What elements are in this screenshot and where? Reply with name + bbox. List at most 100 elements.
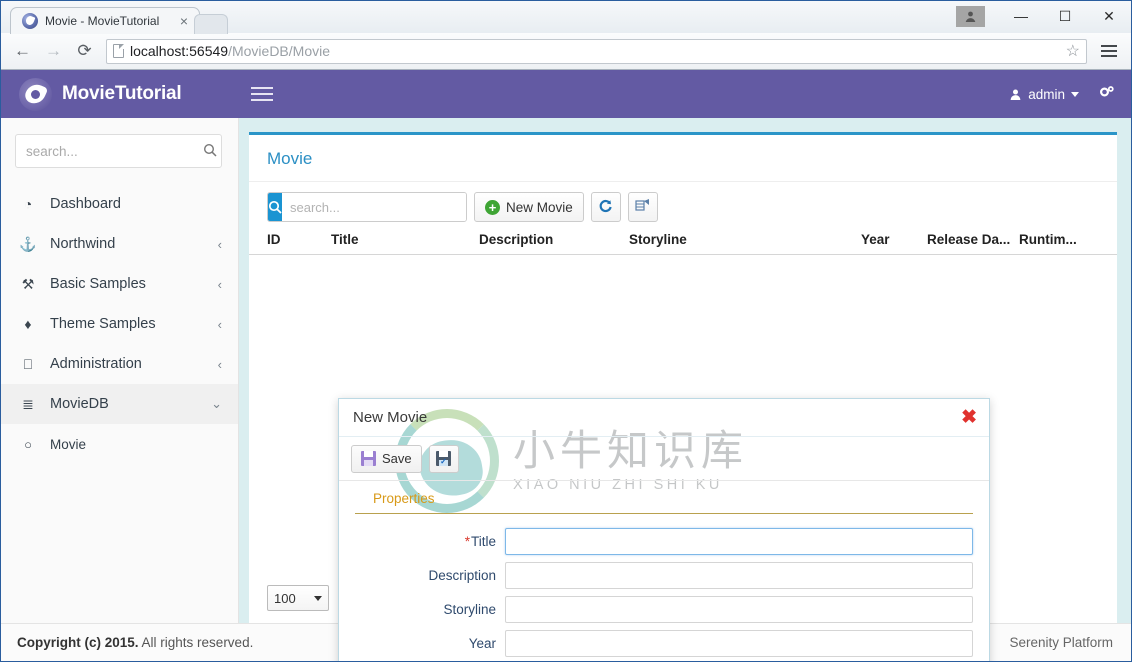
page-size-value: 100 xyxy=(274,590,296,606)
sidebar-item-label: Dashboard xyxy=(50,196,121,212)
browser-titlebar: Movie - MovieTutorial × — ☐ ✕ xyxy=(1,1,1131,34)
grid-column-header[interactable]: Release Da... xyxy=(927,232,1019,247)
profile-icon[interactable] xyxy=(956,5,985,27)
forward-button[interactable]: → xyxy=(40,38,67,64)
maximize-button[interactable]: ☐ xyxy=(1043,1,1087,31)
grid-column-header[interactable]: Storyline xyxy=(629,232,861,247)
save-button[interactable]: Save xyxy=(351,444,422,473)
sidebar-item-movie[interactable]: ○ Movie xyxy=(1,424,238,464)
sidebar-item-administration[interactable]: ⎕ Administration ‹ xyxy=(1,344,238,384)
administration-icon: ⎕ xyxy=(23,355,33,372)
brand-logo-area[interactable]: MovieTutorial xyxy=(1,70,239,118)
refresh-button[interactable] xyxy=(590,192,621,222)
sidebar-item-moviedb[interactable]: ≣ MovieDB ⌄ xyxy=(1,384,238,424)
page-size-select[interactable]: 100 xyxy=(267,585,329,611)
platform-label: Serenity Platform xyxy=(1009,635,1113,650)
grid-search-input[interactable] xyxy=(282,193,466,221)
refresh-icon xyxy=(598,198,613,216)
grid-column-header[interactable]: Description xyxy=(479,232,629,247)
apply-changes-icon: ✓ xyxy=(436,451,452,466)
floppy-icon xyxy=(361,451,376,466)
form-row: Storyline xyxy=(355,596,973,623)
sidebar-toggle-icon[interactable] xyxy=(251,87,273,101)
close-window-button[interactable]: ✕ xyxy=(1087,1,1131,31)
chevron-down-icon xyxy=(314,595,322,601)
sidebar-item-label: Administration xyxy=(50,356,142,372)
sidebar: ◔ Dashboard ⚓ Northwind ‹ ⚒ Basic Samples ‹ ♦ The… xyxy=(1,118,239,623)
northwind-icon: ⚓ xyxy=(19,235,37,252)
field-input-storyline[interactable] xyxy=(505,596,973,623)
apply-changes-button[interactable]: ✓ xyxy=(428,444,459,473)
new-movie-button[interactable]: + New Movie xyxy=(474,192,584,222)
gear-icon[interactable] xyxy=(1099,84,1115,104)
url-text: localhost:56549/MovieDB/Movie xyxy=(130,43,330,59)
app-header: MovieTutorial admin xyxy=(1,70,1131,118)
window-controls: — ☐ ✕ xyxy=(956,1,1131,31)
dialog-tabs: Properties xyxy=(355,481,973,514)
close-icon[interactable]: ✖ xyxy=(961,408,977,427)
search-icon[interactable] xyxy=(268,193,282,221)
grid-column-header[interactable]: ID xyxy=(267,232,331,247)
search-icon[interactable] xyxy=(203,143,217,160)
field-label-storyline: Storyline xyxy=(355,602,505,617)
sidebar-item-label: Northwind xyxy=(50,236,116,252)
grid-toolbar: + New Movie xyxy=(249,182,1117,232)
address-bar[interactable]: localhost:56549/MovieDB/Movie ☆ xyxy=(106,38,1087,64)
dialog-toolbar: Save ✓ xyxy=(339,437,989,481)
url-path: /MovieDB/Movie xyxy=(228,43,330,59)
chevron-icon: ‹ xyxy=(217,276,222,292)
app-logo-icon xyxy=(19,77,52,111)
chevron-icon: ‹ xyxy=(217,356,222,372)
copyright-bold: Copyright (c) 2015. xyxy=(17,635,139,650)
sidebar-item-dashboard[interactable]: ◔ Dashboard xyxy=(1,184,238,224)
bookmark-star-icon[interactable]: ☆ xyxy=(1066,41,1080,61)
grid-column-header[interactable]: Year xyxy=(861,232,927,247)
field-label-description: Description xyxy=(355,568,505,583)
browser-window: Movie - MovieTutorial × — ☐ ✕ ← → ⟳ loca… xyxy=(0,0,1132,662)
field-input-description[interactable] xyxy=(505,562,973,589)
form-row: Description xyxy=(355,562,973,589)
new-tab-button[interactable] xyxy=(194,14,228,34)
sidebar-item-basic-samples[interactable]: ⚒ Basic Samples ‹ xyxy=(1,264,238,304)
browser-tab[interactable]: Movie - MovieTutorial × xyxy=(10,7,200,34)
reload-button[interactable]: ⟳ xyxy=(71,38,98,64)
new-movie-label: New Movie xyxy=(506,199,573,215)
chevron-icon: ‹ xyxy=(217,236,222,252)
sidebar-item-theme-samples[interactable]: ♦ Theme Samples ‹ xyxy=(1,304,238,344)
user-menu-button[interactable]: admin xyxy=(1009,87,1079,102)
theme-samples-icon: ♦ xyxy=(24,316,32,332)
tab-properties[interactable]: Properties xyxy=(373,491,435,513)
sidebar-item-label: Movie xyxy=(50,436,87,452)
tab-strip: Movie - MovieTutorial × xyxy=(1,1,228,34)
basic-samples-icon: ⚒ xyxy=(21,275,35,292)
new-movie-dialog: 小牛知识库 XIAO NIU ZHI SHI KU New Movie ✖ Sa… xyxy=(338,398,990,661)
sidebar-search[interactable] xyxy=(15,134,222,168)
page-title: Movie xyxy=(249,135,1117,182)
dialog-form: *TitleDescriptionStorylineYearRelease Da… xyxy=(339,514,989,661)
grid-search[interactable] xyxy=(267,192,467,222)
field-input-year[interactable] xyxy=(505,630,973,657)
chevron-icon: ‹ xyxy=(217,316,222,332)
form-row: Year xyxy=(355,630,973,657)
sidebar-search-input[interactable] xyxy=(26,143,203,159)
back-button[interactable]: ← xyxy=(9,38,36,64)
chevron-down-icon xyxy=(1071,91,1079,97)
tab-close-icon[interactable]: × xyxy=(178,14,190,28)
grid-column-header[interactable]: Title xyxy=(331,232,479,247)
page-info-icon xyxy=(113,44,124,58)
copyright-rest: All rights reserved. xyxy=(138,635,254,650)
column-picker-button[interactable] xyxy=(627,192,658,222)
minimize-button[interactable]: — xyxy=(999,1,1043,31)
sidebar-item-northwind[interactable]: ⚓ Northwind ‹ xyxy=(1,224,238,264)
sidebar-item-label: MovieDB xyxy=(50,396,109,412)
grid-column-header[interactable]: Runtim... xyxy=(1019,232,1089,247)
field-input-title[interactable] xyxy=(505,528,973,555)
chevron-icon: ⌄ xyxy=(211,396,222,411)
dialog-title: New Movie xyxy=(353,409,428,426)
moviedb-icon: ≣ xyxy=(22,395,34,412)
browser-menu-icon[interactable] xyxy=(1095,45,1123,57)
tab-title: Movie - MovieTutorial xyxy=(45,14,160,28)
user-icon xyxy=(1010,89,1021,100)
sidebar-item-label: Basic Samples xyxy=(50,276,146,292)
field-label-text: Description xyxy=(428,568,496,583)
